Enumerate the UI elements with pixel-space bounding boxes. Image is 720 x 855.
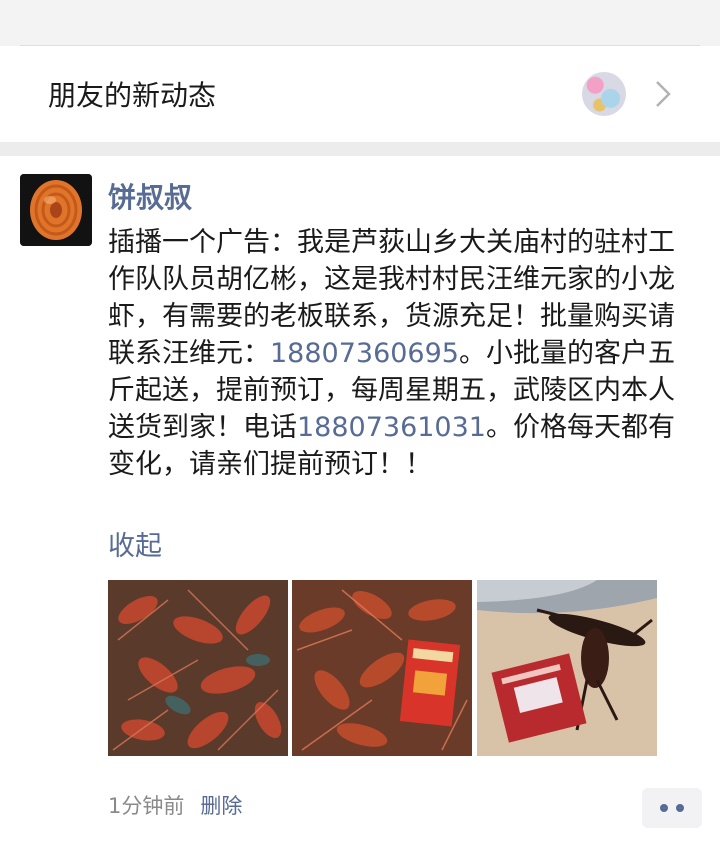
post-meta: 1分钟前 删除: [108, 790, 242, 820]
user-avatar[interactable]: [20, 174, 92, 246]
top-strip: [0, 0, 720, 46]
friends-updates-title: 朋友的新动态: [48, 79, 217, 112]
post-content: 插播一个广告：我是芦荻山乡大关庙村的驻村工作队队员胡亿彬，这是我村村民汪维元家的…: [108, 224, 680, 483]
more-dots-icon[interactable]: [642, 788, 702, 828]
dot-1: [660, 804, 668, 812]
friend-avatar: [582, 72, 626, 116]
moment-post: 饼叔叔 插播一个广告：我是芦荻山乡大关庙村的驻村工作队队员胡亿彬，这是我村村民汪…: [0, 156, 720, 855]
phone-link-2[interactable]: 18807361031: [297, 412, 486, 443]
delete-link[interactable]: 删除: [200, 794, 242, 818]
post-photo-2[interactable]: [292, 580, 472, 756]
collapse-button[interactable]: 收起: [108, 524, 162, 563]
post-photo-3[interactable]: [477, 580, 657, 756]
phone-link-1[interactable]: 18807360695: [270, 338, 459, 369]
post-username[interactable]: 饼叔叔: [108, 176, 192, 216]
chevron-right-icon: [654, 79, 672, 109]
dot-2: [676, 804, 684, 812]
friends-updates-row[interactable]: 朋友的新动态: [0, 46, 720, 142]
post-time: 1分钟前: [108, 794, 185, 818]
post-photo-1[interactable]: [108, 580, 288, 756]
section-gap: [0, 142, 720, 156]
